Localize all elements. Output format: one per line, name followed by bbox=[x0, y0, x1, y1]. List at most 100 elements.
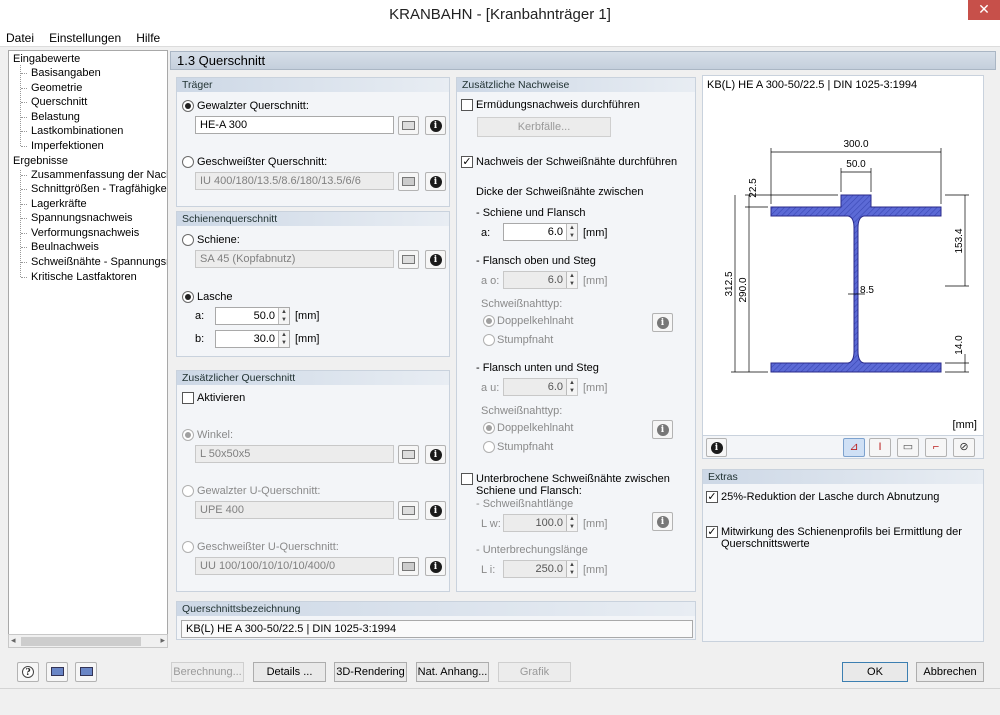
butt-top-radio[interactable] bbox=[483, 334, 495, 346]
participation-checkbox[interactable]: ✓ bbox=[706, 526, 718, 538]
welded-u-field[interactable]: UU 100/100/10/10/10/400/0 bbox=[195, 557, 394, 575]
rolled-u-library-button[interactable] bbox=[398, 501, 419, 520]
welded-section-field[interactable]: IU 400/180/13.5/8.6/180/13.5/6/6 bbox=[195, 172, 394, 190]
fatigue-checkbox[interactable] bbox=[461, 99, 473, 111]
tree-root-results[interactable]: Ergebnisse bbox=[13, 155, 68, 167]
welded-edit-button[interactable] bbox=[398, 172, 419, 191]
tree-item-querschnitt[interactable]: Querschnitt bbox=[31, 96, 87, 108]
help-button[interactable]: ? bbox=[17, 662, 39, 682]
cancel-button[interactable]: Abbrechen bbox=[916, 662, 984, 682]
double-fillet-top-radio[interactable] bbox=[483, 315, 495, 327]
menu-datei[interactable]: Datei bbox=[0, 30, 40, 45]
rolled-u-info-button[interactable]: i bbox=[425, 501, 446, 520]
zusatz-qs-group: Zusätzlicher Querschnitt Aktivieren Wink… bbox=[176, 370, 450, 592]
tree-item-schweissnaehte[interactable]: Schweißnähte - Spannungsnac bbox=[31, 256, 167, 268]
rendering-button[interactable]: 3D-Rendering bbox=[334, 662, 407, 682]
lasche-a-input[interactable]: 50.0 ▲ ▼ bbox=[215, 307, 290, 325]
angle-radio[interactable] bbox=[182, 429, 194, 441]
fatigue-label: Ermüdungsnachweis durchführen bbox=[476, 99, 640, 111]
lasche-b-input[interactable]: 30.0 ▲ ▼ bbox=[215, 330, 290, 348]
rolled-library-button[interactable] bbox=[398, 116, 419, 135]
tree-item-spannungsnachweis[interactable]: Spannungsnachweis bbox=[31, 212, 133, 224]
preview-info-button[interactable]: i bbox=[706, 438, 727, 457]
menu-einstellungen[interactable]: Einstellungen bbox=[43, 30, 127, 45]
reduction-checkbox[interactable]: ✓ bbox=[706, 491, 718, 503]
tree-item-belastung[interactable]: Belastung bbox=[31, 111, 80, 123]
export-button[interactable] bbox=[75, 662, 97, 682]
rolled-info-button[interactable]: i bbox=[425, 116, 446, 135]
welded-info-button[interactable]: i bbox=[425, 172, 446, 191]
tree-item-zusammenfassung[interactable]: Zusammenfassung der Nachwe bbox=[31, 169, 167, 181]
angle-library-button[interactable] bbox=[398, 445, 419, 464]
import-button[interactable] bbox=[46, 662, 68, 682]
graphic-button[interactable]: Grafik bbox=[498, 662, 571, 682]
tree-item-schnittgroessen[interactable]: Schnittgrößen - Tragfähigkeit bbox=[31, 183, 167, 195]
angle-field[interactable]: L 50x50x5 bbox=[195, 445, 394, 463]
weld-lw-input[interactable]: 100.0 ▲ ▼ bbox=[503, 514, 578, 532]
lasche-label: Lasche bbox=[197, 291, 233, 303]
weld-a-input[interactable]: 6.0 ▲ ▼ bbox=[503, 223, 578, 241]
rail-field[interactable]: SA 45 (Kopfabnutz) bbox=[195, 250, 394, 268]
close-button[interactable]: ✕ bbox=[968, 0, 1000, 20]
lasche-radio[interactable] bbox=[182, 291, 194, 303]
kerbfaelle-button[interactable]: Kerbfälle... bbox=[477, 117, 611, 137]
reset-view-button[interactable]: ⊘ bbox=[953, 438, 975, 457]
participation-label: Mitwirkung des Schienenprofils bei Ermit… bbox=[721, 526, 962, 550]
section-label-button[interactable]: ▭ bbox=[897, 438, 919, 457]
weld-check-checkbox[interactable]: ✓ bbox=[461, 156, 473, 168]
spin-arrows-icon[interactable]: ▲ ▼ bbox=[566, 224, 577, 240]
weld-type-top-info-button[interactable]: i bbox=[652, 313, 673, 332]
tree-root-input[interactable]: Eingabewerte bbox=[13, 53, 80, 65]
welded-u-edit-button[interactable] bbox=[398, 557, 419, 576]
tree-item-lastkombinationen[interactable]: Lastkombinationen bbox=[31, 125, 123, 137]
tree-horizontal-scrollbar[interactable]: ◂ ▸ bbox=[8, 634, 168, 648]
tree-item-basisangaben[interactable]: Basisangaben bbox=[31, 67, 101, 79]
spin-arrows-icon[interactable]: ▲ ▼ bbox=[566, 515, 577, 531]
welded-section-radio[interactable] bbox=[182, 156, 194, 168]
menu-hilfe[interactable]: Hilfe bbox=[130, 30, 166, 45]
spin-arrows-icon[interactable]: ▲ ▼ bbox=[566, 561, 577, 577]
calculation-button[interactable]: Berechnung... bbox=[171, 662, 244, 682]
spin-arrows-icon[interactable]: ▲ ▼ bbox=[566, 272, 577, 288]
spin-arrows-icon[interactable]: ▲ ▼ bbox=[278, 308, 289, 324]
weld-length-info-button[interactable]: i bbox=[652, 512, 673, 531]
reduction-label: 25%-Reduktion der Lasche durch Abnutzung bbox=[721, 491, 940, 503]
spin-arrows-icon[interactable]: ▲ ▼ bbox=[566, 379, 577, 395]
rolled-u-field[interactable]: UPE 400 bbox=[195, 501, 394, 519]
welded-u-radio[interactable] bbox=[182, 541, 194, 553]
weld-li-input[interactable]: 250.0 ▲ ▼ bbox=[503, 560, 578, 578]
tree-item-imperfektionen[interactable]: Imperfektionen bbox=[31, 140, 104, 152]
weld-au-input[interactable]: 6.0 ▲ ▼ bbox=[503, 378, 578, 396]
double-fillet-bottom-radio[interactable] bbox=[483, 422, 495, 434]
rail-library-button[interactable] bbox=[398, 250, 419, 269]
rolled-u-radio[interactable] bbox=[182, 485, 194, 497]
tree-item-verformungsnachweis[interactable]: Verformungsnachweis bbox=[31, 227, 139, 239]
national-annex-button[interactable]: Nat. Anhang... bbox=[416, 662, 489, 682]
tree-item-lagerkraefte[interactable]: Lagerkräfte bbox=[31, 198, 87, 210]
angle-info-button[interactable]: i bbox=[425, 445, 446, 464]
details-button[interactable]: Details ... bbox=[253, 662, 326, 682]
activate-checkbox[interactable] bbox=[182, 392, 194, 404]
rail-radio[interactable] bbox=[182, 234, 194, 246]
spin-arrows-icon[interactable]: ▲ ▼ bbox=[278, 331, 289, 347]
weld-lw-label: L w: bbox=[481, 518, 501, 530]
import-icon bbox=[50, 667, 64, 676]
bezeichnung-field[interactable]: KB(L) HE A 300-50/22.5 | DIN 1025-3:1994 bbox=[181, 620, 693, 638]
tree-item-kritische-lastfaktoren[interactable]: Kritische Lastfaktoren bbox=[31, 271, 137, 283]
info-icon: i bbox=[429, 254, 442, 266]
weld-type-bottom-info-button[interactable]: i bbox=[652, 420, 673, 439]
ok-button[interactable]: OK bbox=[842, 662, 908, 682]
tree-item-geometrie[interactable]: Geometrie bbox=[31, 82, 82, 94]
dimension-button[interactable]: Ι bbox=[869, 438, 891, 457]
rolled-section-field[interactable]: HE-A 300 bbox=[195, 116, 394, 134]
axes-button[interactable]: ⌐ bbox=[925, 438, 947, 457]
weld-ao-input[interactable]: 6.0 ▲ ▼ bbox=[503, 271, 578, 289]
butt-bottom-radio[interactable] bbox=[483, 441, 495, 453]
rail-info-button[interactable]: i bbox=[425, 250, 446, 269]
weld-display-button[interactable]: ⊿ bbox=[843, 438, 865, 457]
tree-item-beulnachweis[interactable]: Beulnachweis bbox=[31, 241, 99, 253]
interrupted-checkbox[interactable] bbox=[461, 473, 473, 485]
lasche-a-unit: [mm] bbox=[295, 310, 320, 322]
rolled-section-radio[interactable] bbox=[182, 100, 194, 112]
welded-u-info-button[interactable]: i bbox=[425, 557, 446, 576]
